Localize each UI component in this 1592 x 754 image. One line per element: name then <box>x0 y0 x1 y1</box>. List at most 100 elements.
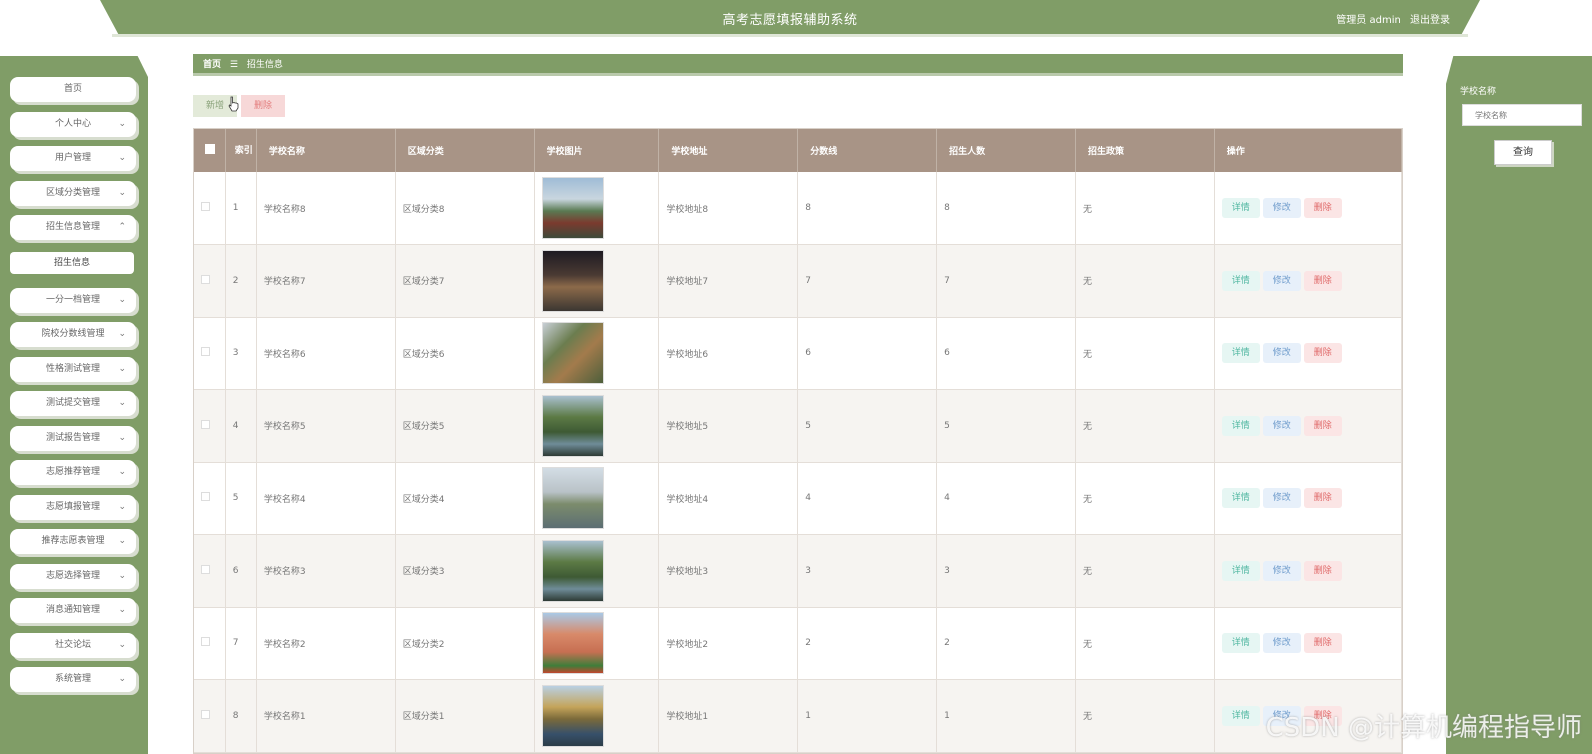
checkbox[interactable] <box>201 419 210 429</box>
sidebar-item[interactable]: 院校分数线管理 ⌄ <box>10 322 136 347</box>
sidebar-item-label: 区域分类管理 <box>45 187 100 198</box>
delete-button[interactable]: 删除 <box>1303 488 1342 509</box>
sidebar-item[interactable]: 志愿选择管理 ⌄ <box>10 563 136 589</box>
sidebar-item[interactable]: 一分一档管理 ⌄ <box>10 287 136 313</box>
checkbox[interactable] <box>201 347 210 357</box>
cell-school-name: 学校名称8 <box>256 172 396 245</box>
school-image[interactable] <box>541 467 604 530</box>
chevron-down-icon: ⌄ <box>118 467 126 477</box>
checkbox[interactable] <box>201 637 210 647</box>
detail-button[interactable]: 详情 <box>1221 343 1260 364</box>
user-area: 管理员 admin 退出登录 <box>1330 11 1450 26</box>
cell-region: 区域分类3 <box>395 534 535 608</box>
breadcrumb-home[interactable]: 首页 <box>203 60 221 70</box>
edit-button[interactable]: 修改 <box>1262 270 1301 291</box>
row-checkbox[interactable] <box>194 607 226 680</box>
cell-school-image <box>534 534 660 608</box>
edit-button[interactable]: 修改 <box>1262 488 1301 509</box>
school-image[interactable] <box>541 684 604 747</box>
sidebar-item[interactable]: 推荐志愿表管理 ⌄ <box>10 529 136 554</box>
sidebar-item[interactable]: 首页 <box>10 77 136 102</box>
row-checkbox[interactable] <box>194 389 226 463</box>
checkbox[interactable] <box>201 202 210 211</box>
detail-button[interactable]: 详情 <box>1221 633 1260 654</box>
chevron-down-icon: ⌄ <box>118 118 126 129</box>
sidebar-item[interactable]: 社交论坛 ⌄ <box>10 632 136 658</box>
edit-button[interactable]: 修改 <box>1262 633 1301 654</box>
cell-policy: 无 <box>1075 317 1215 390</box>
column-header: 分数线 <box>797 129 938 172</box>
edit-button[interactable]: 修改 <box>1262 198 1301 218</box>
detail-button[interactable]: 详情 <box>1221 415 1260 436</box>
column-header: 招生人数 <box>936 129 1076 172</box>
cell-index: 4 <box>225 389 257 463</box>
cell-index: 8 <box>225 679 257 753</box>
table-row: 2 学校名称7 区域分类7 学校地址7 7 7 无详情 修改 删除 <box>194 244 1403 318</box>
batch-delete-button[interactable]: 删除 <box>241 95 285 117</box>
school-image[interactable] <box>541 177 604 239</box>
sidebar-item[interactable]: 志愿填报管理 ⌄ <box>10 494 136 520</box>
detail-button[interactable]: 详情 <box>1221 560 1260 581</box>
cell-quota: 2 <box>936 607 1076 680</box>
logout-link[interactable]: 退出登录 <box>1410 15 1450 26</box>
school-image[interactable] <box>541 249 604 312</box>
sidebar-item[interactable]: 消息通知管理 ⌄ <box>10 598 136 623</box>
detail-button[interactable]: 详情 <box>1221 198 1260 218</box>
sidebar-item[interactable]: 区域分类管理 ⌄ <box>10 180 136 206</box>
checkbox[interactable] <box>201 492 210 502</box>
school-image[interactable] <box>541 322 604 385</box>
row-checkbox[interactable] <box>194 244 226 318</box>
column-header: 区域分类 <box>395 129 535 172</box>
sidebar-subitem[interactable]: 招生信息 <box>10 251 134 274</box>
row-checkbox[interactable] <box>194 317 226 390</box>
row-checkbox[interactable] <box>194 534 226 608</box>
row-checkbox[interactable] <box>194 462 226 535</box>
delete-button[interactable]: 删除 <box>1303 343 1342 364</box>
cell-policy: 无 <box>1075 389 1215 463</box>
delete-button[interactable]: 删除 <box>1303 633 1342 654</box>
chevron-down-icon: ⌄ <box>118 329 126 339</box>
delete-button[interactable]: 删除 <box>1303 415 1342 436</box>
school-image[interactable] <box>541 394 604 457</box>
column-header: 学校名称 <box>256 129 396 172</box>
sidebar-item[interactable]: 志愿推荐管理 ⌄ <box>10 460 136 485</box>
sidebar-item-label: 测试报告管理 <box>45 432 100 443</box>
sidebar-item-label: 用户管理 <box>54 153 91 163</box>
table-row: 5 学校名称4 区域分类4 学校地址4 4 4 无详情 修改 删除 <box>194 462 1403 535</box>
delete-button[interactable]: 删除 <box>1303 560 1342 581</box>
school-name-search-input[interactable] <box>1462 104 1582 126</box>
detail-button[interactable]: 详情 <box>1221 705 1260 726</box>
delete-button[interactable]: 删除 <box>1303 270 1342 291</box>
cell-address: 学校地址8 <box>658 172 799 245</box>
sidebar-item[interactable]: 系统管理 ⌄ <box>10 667 136 692</box>
cell-school-image <box>534 679 660 753</box>
sidebar-item[interactable]: 招生信息管理 ⌃ <box>10 215 136 240</box>
sidebar-item[interactable]: 个人中心 ⌄ <box>10 111 136 137</box>
edit-button[interactable]: 修改 <box>1262 415 1301 436</box>
watermark: CSDN @计算机编程指导师 <box>1265 713 1582 743</box>
sidebar-item[interactable]: 测试报告管理 ⌄ <box>10 425 136 451</box>
checkbox[interactable] <box>201 709 210 719</box>
delete-button[interactable]: 删除 <box>1303 198 1342 218</box>
school-image[interactable] <box>541 539 604 602</box>
sidebar-item[interactable]: 用户管理 ⌄ <box>10 146 136 171</box>
cell-address: 学校地址6 <box>658 317 799 390</box>
detail-button[interactable]: 详情 <box>1221 270 1260 291</box>
detail-button[interactable]: 详情 <box>1221 488 1260 509</box>
chevron-down-icon: ⌄ <box>118 605 126 615</box>
select-all-checkbox[interactable] <box>194 129 226 172</box>
edit-button[interactable]: 修改 <box>1262 560 1301 581</box>
row-checkbox[interactable] <box>194 172 226 245</box>
cell-policy: 无 <box>1075 244 1215 318</box>
checkbox[interactable] <box>201 564 210 574</box>
school-image[interactable] <box>541 612 604 675</box>
checkbox[interactable] <box>201 274 210 284</box>
admission-table: 索引 学校名称 区域分类 学校图片 学校地址 分数线 招生人数 招生政策 操作 … <box>193 128 1403 754</box>
sidebar-item[interactable]: 测试提交管理 ⌄ <box>10 391 136 416</box>
sidebar-item[interactable]: 性格测试管理 ⌄ <box>10 356 136 382</box>
edit-button[interactable]: 修改 <box>1262 343 1301 364</box>
row-checkbox[interactable] <box>194 679 226 753</box>
cell-region: 区域分类8 <box>395 172 535 245</box>
search-button[interactable]: 查询 <box>1494 140 1552 165</box>
cell-index: 3 <box>225 317 257 390</box>
